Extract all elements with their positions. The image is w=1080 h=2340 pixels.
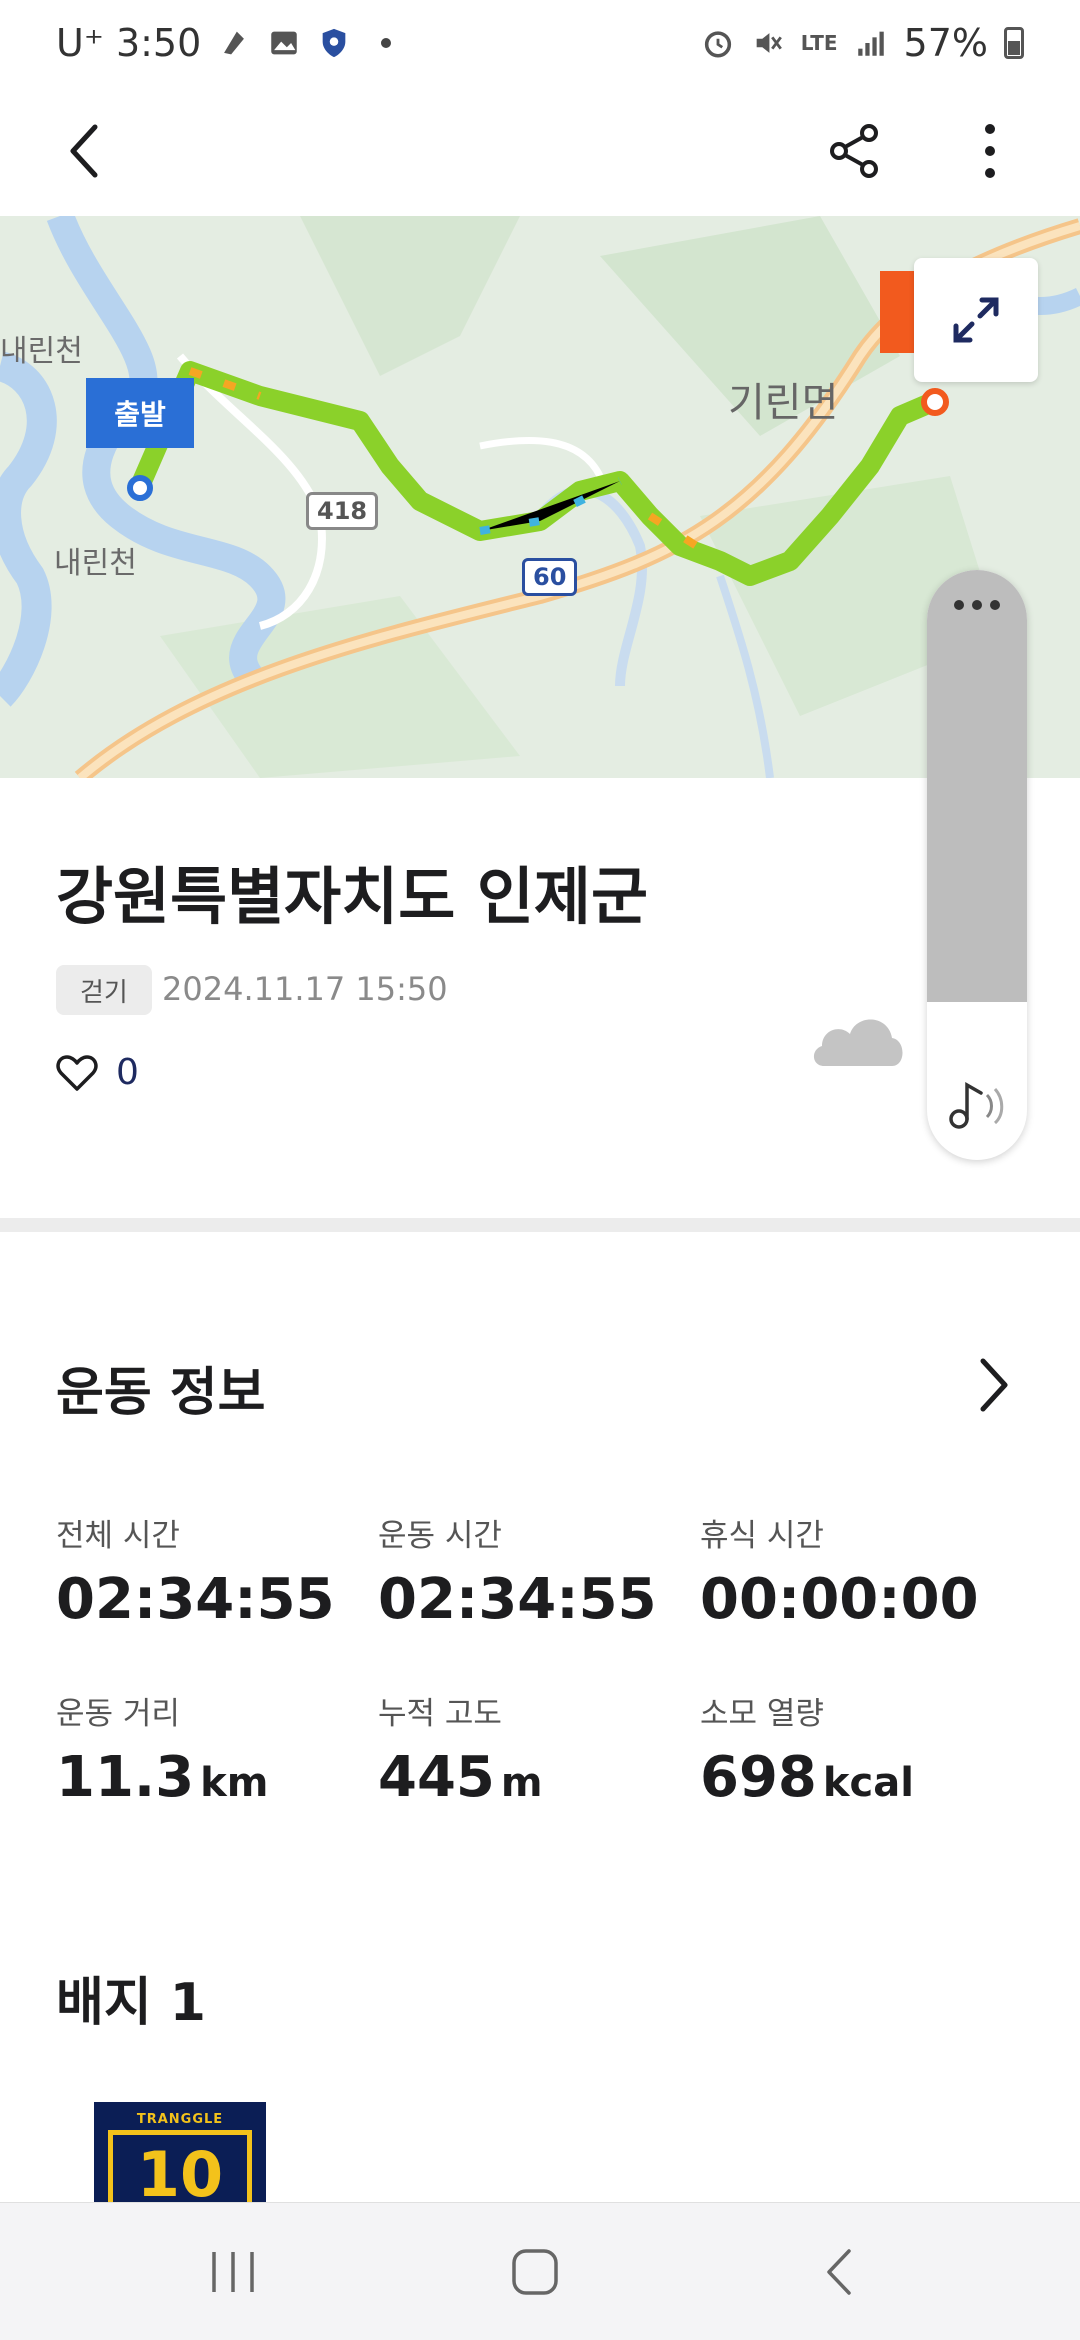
home-button[interactable]: [490, 2237, 580, 2307]
stat-label: 운동 시간: [378, 1518, 502, 1554]
exercise-info-title: 운동 정보: [56, 1363, 266, 1423]
stat-total-time: 전체 시간 02:34:55: [56, 1510, 376, 1632]
app-bar: [0, 86, 1080, 216]
back-arrow-icon: [827, 2249, 851, 2295]
map-place-label: 기린면: [728, 380, 839, 426]
badges-title: 배지 1: [56, 1973, 206, 2033]
system-back-button[interactable]: [794, 2237, 884, 2307]
stat-label: 휴식 시간: [700, 1518, 824, 1554]
road-badge: 418: [306, 492, 379, 530]
stat-value: 02:34:55: [378, 1567, 657, 1632]
status-time: U⁺ 3:50: [56, 21, 202, 65]
mute-icon: [756, 33, 782, 53]
more-options-button[interactable]: [955, 116, 1025, 186]
chevron-left-icon: [70, 124, 98, 178]
network-type: LTE: [800, 31, 838, 55]
status-bar: U⁺ 3:50 LTE 57%: [0, 0, 1080, 86]
stat-calories: 소모 열량 698 kcal: [700, 1688, 1020, 1810]
stat-label: 누적 고도: [378, 1696, 502, 1732]
stat-unit: m: [500, 1760, 543, 1806]
back-button[interactable]: [50, 116, 120, 186]
activity-title: 강원특별자치도 인제군: [56, 860, 648, 933]
stat-unit: km: [200, 1760, 269, 1806]
expand-icon: [953, 297, 999, 343]
stat-unit: kcal: [822, 1760, 914, 1806]
status-right: LTE 57%: [701, 21, 1024, 65]
like-button[interactable]: 0: [56, 1052, 139, 1093]
badge-brand: TRANGGLE: [136, 2112, 224, 2127]
section-divider: [0, 1218, 1080, 1232]
stat-label: 전체 시간: [56, 1518, 180, 1554]
stat-value: 445 m: [378, 1745, 543, 1810]
stat-value: 00:00:00: [700, 1567, 979, 1632]
stat-label: 소모 열량: [700, 1696, 824, 1732]
activity-datetime: 2024.11.17 15:50: [162, 970, 448, 1008]
more-horizontal-icon: [927, 600, 1027, 610]
stat-rest-time: 휴식 시간 00:00:00: [700, 1510, 1020, 1632]
stat-distance: 운동 거리 11.3 km: [56, 1688, 376, 1810]
system-nav-bar: [0, 2202, 1080, 2340]
status-left: U⁺ 3:50: [56, 21, 392, 65]
stat-label: 운동 거리: [56, 1696, 180, 1732]
activity-type-tag: 걷기: [56, 965, 152, 1015]
more-vertical-icon: [985, 124, 995, 178]
music-note-icon: [949, 1081, 1004, 1129]
music-panel-handle[interactable]: [927, 570, 1027, 1002]
share-icon: [830, 124, 878, 178]
map-place-label: 내린천: [54, 546, 137, 581]
notification-icon: [224, 31, 245, 55]
heart-icon: [56, 1054, 98, 1091]
battery-icon: [1004, 27, 1024, 59]
music-button[interactable]: [943, 1070, 1011, 1138]
map-place-label: 내린천: [0, 334, 83, 369]
shield-icon: [322, 28, 346, 58]
recent-apps-icon: [212, 2252, 254, 2292]
gallery-icon: [271, 31, 298, 55]
signal-icon: [857, 31, 884, 56]
home-icon: [512, 2249, 558, 2295]
exercise-info-more-button[interactable]: [970, 1350, 1020, 1420]
alarm-icon: [704, 31, 731, 58]
expand-map-button[interactable]: [914, 258, 1038, 382]
badge-number: 10: [136, 2138, 224, 2211]
chevron-right-icon: [980, 1358, 1008, 1412]
music-panel[interactable]: [927, 570, 1027, 1160]
cloud-icon: [813, 1019, 903, 1066]
stat-elevation: 누적 고도 445 m: [378, 1688, 698, 1810]
more-notifications-dot: [381, 38, 392, 48]
share-button[interactable]: [820, 116, 890, 186]
recent-apps-button[interactable]: [188, 2237, 278, 2307]
like-count: 0: [116, 1052, 139, 1093]
stat-value: 11.3 km: [56, 1745, 269, 1810]
road-badge: 60: [522, 558, 578, 596]
stat-value: 02:34:55: [56, 1567, 335, 1632]
start-marker: 출발: [86, 378, 194, 448]
battery-percent: 57%: [903, 21, 988, 65]
stat-exercise-time: 운동 시간 02:34:55: [378, 1510, 698, 1632]
stat-value: 698 kcal: [700, 1745, 914, 1810]
